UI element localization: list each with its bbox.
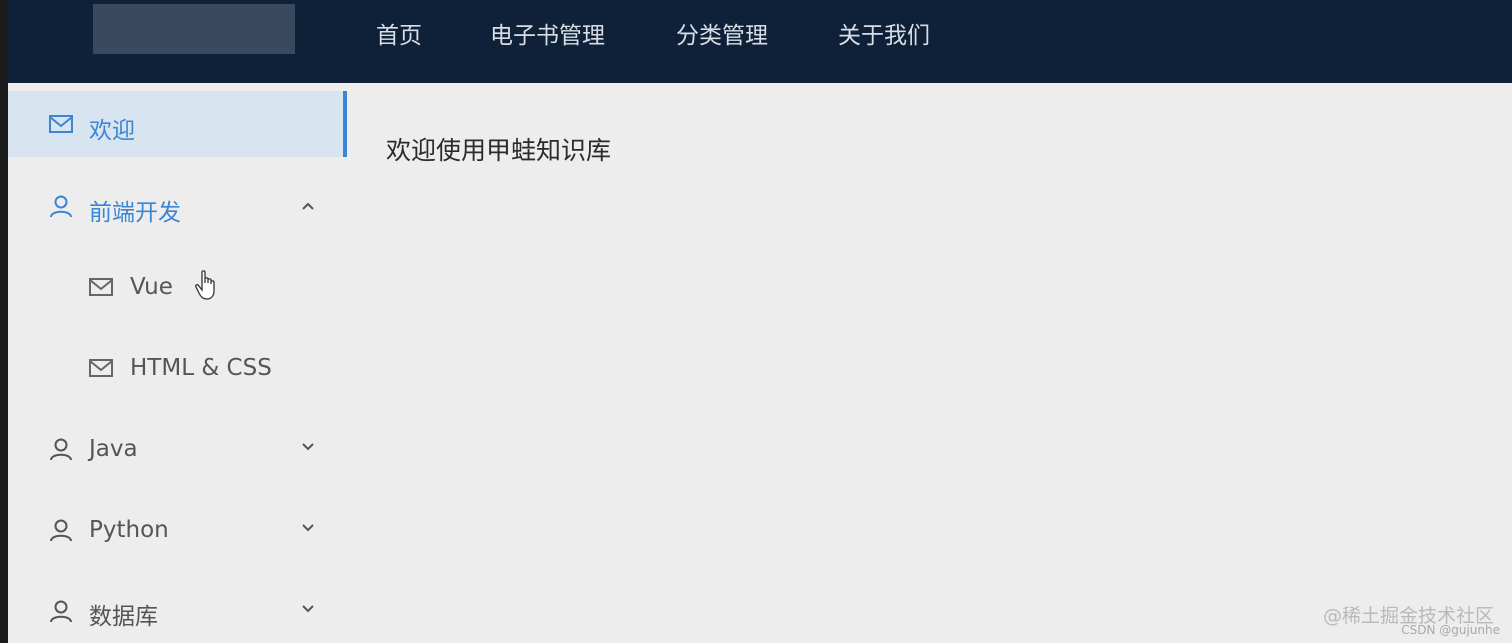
hand-cursor-icon: [195, 270, 215, 300]
logo: [93, 4, 295, 54]
sidebar-item-welcome[interactable]: 欢迎: [8, 91, 346, 157]
sidebar-item-java[interactable]: Java: [8, 416, 346, 482]
mail-icon: [89, 278, 113, 296]
user-icon: [50, 438, 72, 461]
active-indicator: [343, 91, 347, 157]
sidebar-item-label: Python: [89, 517, 169, 543]
nav-home[interactable]: 首页: [376, 16, 422, 50]
sidebar-item-label: HTML & CSS: [130, 355, 272, 381]
sidebar-item-python[interactable]: Python: [8, 497, 346, 563]
user-icon: [50, 600, 72, 623]
app-window: 首页 电子书管理 分类管理 关于我们 欢迎 前端开发 Vue HTML & CS…: [8, 0, 1512, 643]
chevron-up-icon[interactable]: [300, 198, 316, 214]
sidebar-subitem-vue[interactable]: Vue: [8, 254, 346, 320]
watermark-csdn: CSDN @gujunhe: [1401, 623, 1500, 637]
sidebar-item-label: 数据库: [89, 604, 158, 630]
mail-icon: [89, 359, 113, 377]
sidebar-item-label: 欢迎: [89, 118, 135, 144]
sidebar-subitem-html-css[interactable]: HTML & CSS: [8, 335, 346, 401]
sidebar-item-label: Vue: [130, 274, 173, 300]
sidebar-item-label: Java: [89, 436, 138, 462]
sidebar-item-label: 前端开发: [89, 200, 181, 226]
chevron-down-icon[interactable]: [300, 520, 316, 536]
user-icon: [50, 195, 72, 218]
user-icon: [50, 519, 72, 542]
top-header: 首页 电子书管理 分类管理 关于我们: [8, 0, 1512, 83]
nav-ebook-management[interactable]: 电子书管理: [490, 16, 605, 50]
chevron-down-icon[interactable]: [300, 439, 316, 455]
page-title: 欢迎使用甲蛙知识库: [386, 136, 612, 165]
nav-category-management[interactable]: 分类管理: [676, 16, 768, 50]
chevron-down-icon[interactable]: [300, 601, 316, 617]
mail-icon: [49, 115, 73, 133]
sidebar-item-database[interactable]: 数据库: [8, 577, 346, 643]
sidebar-item-frontend[interactable]: 前端开发: [8, 173, 346, 239]
nav-about-us[interactable]: 关于我们: [838, 16, 930, 50]
